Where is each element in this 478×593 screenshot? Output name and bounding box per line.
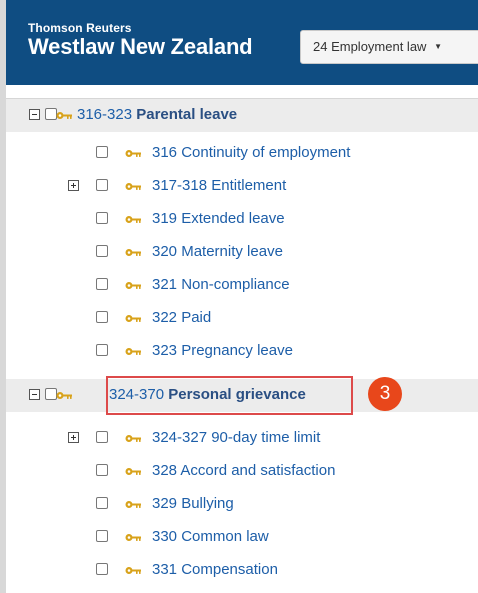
key-icon <box>56 111 72 120</box>
highlight-box <box>106 376 353 415</box>
tree-link[interactable]: 329 Bullying <box>152 495 234 513</box>
topic-dropdown[interactable]: 24 Employment law ▼ <box>300 30 478 64</box>
topic-dropdown-label: 24 Employment law <box>313 39 427 54</box>
tree-row: 323 Pregnancy leave <box>6 335 478 368</box>
row-checkbox[interactable] <box>96 344 108 356</box>
key-icon <box>125 314 141 323</box>
row-checkbox[interactable] <box>96 464 108 476</box>
tree-row: 324-327 90-day time limit <box>6 422 478 455</box>
row-checkbox[interactable] <box>96 278 108 290</box>
tree-row: 319 Extended leave <box>6 203 478 236</box>
tree-link[interactable]: 328 Accord and satisfaction <box>152 462 335 480</box>
tree-row: 317-318 Entitlement <box>6 170 478 203</box>
tree-row: 322 Paid <box>6 302 478 335</box>
expand-icon[interactable] <box>68 432 79 443</box>
key-icon <box>125 182 141 191</box>
tree-link[interactable]: 319 Extended leave <box>152 210 285 228</box>
tree-row: 328 Accord and satisfaction <box>6 455 478 488</box>
key-icon <box>125 533 141 542</box>
section-title: Parental leave <box>136 106 238 123</box>
key-icon <box>125 248 141 257</box>
key-icon <box>125 281 141 290</box>
key-icon <box>125 566 141 575</box>
tree-link[interactable]: 330 Common law <box>152 528 269 546</box>
tree-row: 331 Compensation <box>6 554 478 587</box>
key-icon <box>125 149 141 158</box>
row-checkbox[interactable] <box>96 431 108 443</box>
tree-link[interactable]: 331 Compensation <box>152 561 278 579</box>
brand-westlaw-nz[interactable]: Westlaw New Zealand <box>28 34 253 60</box>
tree-row-parental-leave: 316-323 Parental leave <box>6 98 478 132</box>
tree-link[interactable]: 316 Continuity of employment <box>152 144 350 162</box>
tree-row: 329 Bullying <box>6 488 478 521</box>
row-checkbox[interactable] <box>96 146 108 158</box>
key-icon <box>125 347 141 356</box>
key-icon <box>125 467 141 476</box>
key-icon <box>125 434 141 443</box>
expand-icon[interactable] <box>68 180 79 191</box>
collapse-icon[interactable] <box>29 109 40 120</box>
tree-link[interactable]: 324-327 90-day time limit <box>152 429 320 447</box>
tree-link[interactable]: 320 Maternity leave <box>152 243 283 261</box>
chevron-down-icon: ▼ <box>434 42 442 51</box>
key-icon <box>125 215 141 224</box>
tree-row: 330 Common law <box>6 521 478 554</box>
tree-row: 321 Non-compliance <box>6 269 478 302</box>
row-checkbox[interactable] <box>96 563 108 575</box>
tree-link[interactable]: 317-318 Entitlement <box>152 177 286 195</box>
tree-link[interactable]: 322 Paid <box>152 309 211 327</box>
spacer <box>6 85 478 98</box>
tree-link-parental-leave[interactable]: 316-323 Parental leave <box>77 106 237 124</box>
row-checkbox[interactable] <box>96 497 108 509</box>
row-checkbox[interactable] <box>96 212 108 224</box>
key-icon <box>56 391 72 400</box>
step-callout: 3 <box>368 377 402 411</box>
row-checkbox[interactable] <box>96 311 108 323</box>
tree-link[interactable]: 321 Non-compliance <box>152 276 290 294</box>
app-header: Thomson Reuters Westlaw New Zealand 24 E… <box>6 0 478 85</box>
key-icon <box>125 500 141 509</box>
tree-row: 316 Continuity of employment <box>6 137 478 170</box>
section-range: 316-323 <box>77 106 133 123</box>
tree-row: 320 Maternity leave <box>6 236 478 269</box>
row-checkbox[interactable] <box>96 179 108 191</box>
collapse-icon[interactable] <box>29 389 40 400</box>
row-checkbox[interactable] <box>96 245 108 257</box>
tree-link[interactable]: 323 Pregnancy leave <box>152 342 293 360</box>
row-checkbox[interactable] <box>96 530 108 542</box>
